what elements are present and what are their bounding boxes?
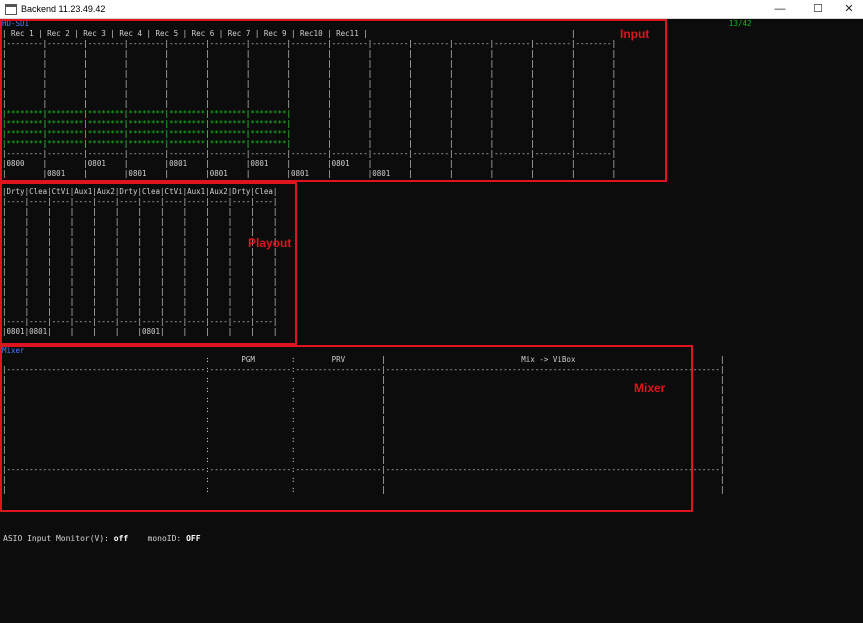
page-counter: 13/42 bbox=[729, 19, 752, 28]
minimize-button[interactable]: — bbox=[766, 0, 794, 18]
input-annotation: Input bbox=[620, 27, 650, 41]
asio-monitor-label: ASIO Input Monitor(V): bbox=[3, 534, 109, 543]
playout-annotation: Playout bbox=[248, 236, 292, 250]
input-highlight-box bbox=[0, 19, 667, 182]
mono-id-label: monoID: bbox=[147, 534, 182, 543]
mixer-annotation: Mixer bbox=[634, 381, 666, 395]
window-titlebar[interactable]: Backend 11.23.49.42 — ☐ ✕ bbox=[0, 0, 863, 19]
asio-monitor-value: off bbox=[113, 534, 129, 543]
playout-highlight-box bbox=[0, 182, 297, 345]
status-line: ASIO Input Monitor(V): off monoID: OFF bbox=[3, 534, 201, 544]
console-app-icon bbox=[5, 4, 17, 15]
mixer-highlight-box bbox=[0, 345, 693, 512]
window-title: Backend 11.23.49.42 bbox=[21, 4, 106, 14]
mono-id-value: OFF bbox=[186, 534, 201, 543]
console-area[interactable]: HD-SDI 13/42 | Rec 1 | Rec 2 | Rec 3 | R… bbox=[0, 19, 863, 623]
close-button[interactable]: ✕ bbox=[835, 0, 863, 18]
maximize-button[interactable]: ☐ bbox=[804, 0, 832, 18]
